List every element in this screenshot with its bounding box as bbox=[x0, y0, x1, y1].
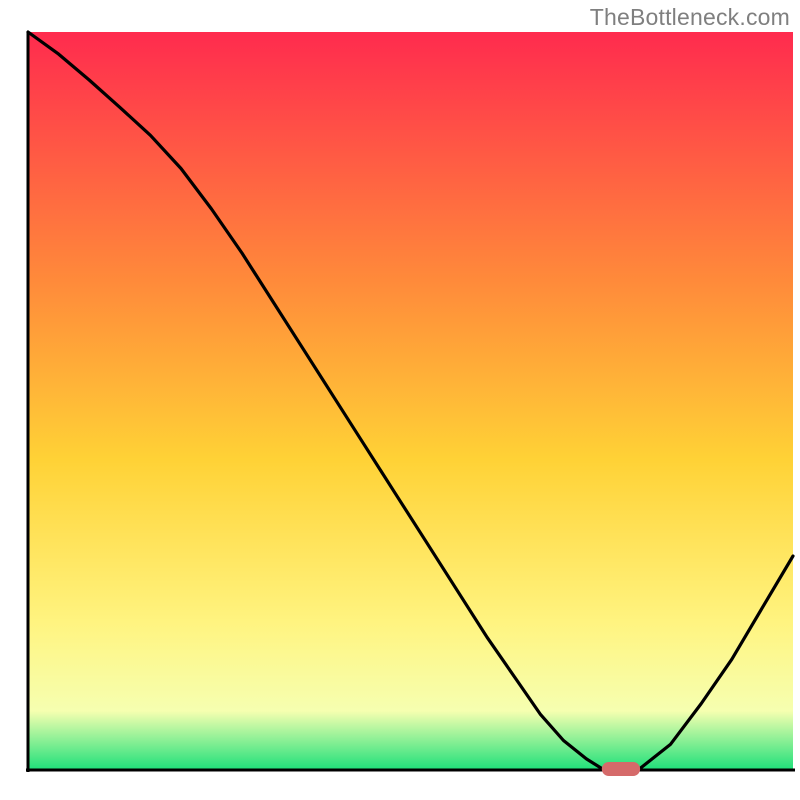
bottleneck-chart bbox=[0, 0, 800, 800]
gradient-background bbox=[28, 32, 793, 770]
chart-container: { "watermark": "TheBottleneck.com", "col… bbox=[0, 0, 800, 800]
optimal-marker bbox=[602, 762, 640, 776]
watermark-text: TheBottleneck.com bbox=[590, 4, 790, 31]
